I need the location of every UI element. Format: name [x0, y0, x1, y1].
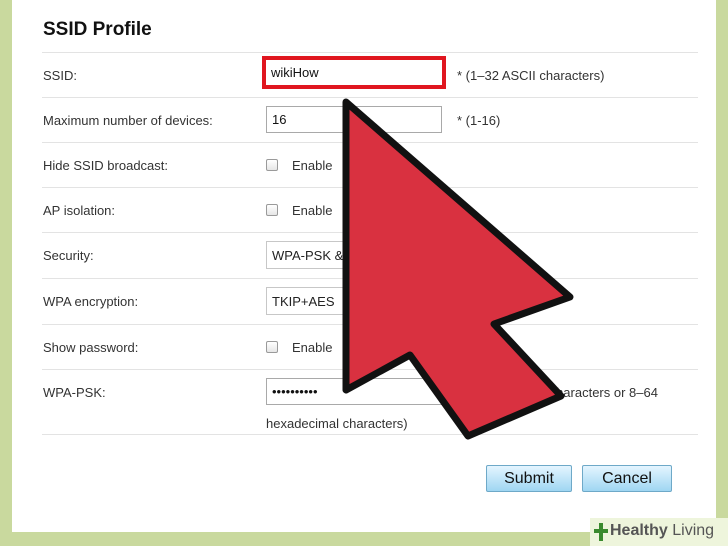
brand-bold: Healthy [610, 522, 668, 539]
row-max-devices: Maximum number of devices: * (1-16) [42, 97, 698, 141]
wpa-psk-label: WPA-PSK: [43, 385, 106, 400]
hide-ssid-label: Hide SSID broadcast: [43, 158, 169, 173]
wpa-encryption-label: WPA encryption: [43, 294, 139, 309]
row-ssid: SSID: * (1–32 ASCII characters) [42, 52, 698, 96]
row-wpa-psk: WPA-PSK: ASCII characters or 8–64 hexade… [42, 369, 698, 435]
ssid-label: SSID: [43, 68, 77, 83]
page-title: SSID Profile [43, 19, 152, 40]
show-password-checkbox[interactable] [266, 341, 278, 353]
show-password-enable-label: Enable [292, 340, 333, 355]
hide-ssid-checkbox[interactable] [266, 159, 278, 171]
max-devices-hint: * (1-16) [457, 113, 501, 128]
divider [42, 434, 698, 435]
ssid-profile-panel: SSID Profile SSID: * (1–32 ASCII charact… [12, 0, 716, 532]
submit-button[interactable]: Submit [486, 465, 572, 492]
ap-isolation-checkbox[interactable] [266, 204, 278, 216]
row-ap-isolation: AP isolation: Enable [42, 187, 698, 231]
ssid-hint: * (1–32 ASCII characters) [457, 68, 605, 83]
wpa-psk-hint: ASCII characters or 8–64 [512, 385, 658, 400]
cancel-button[interactable]: Cancel [582, 465, 672, 492]
ap-isolation-enable-label: Enable [292, 203, 333, 218]
wpa-psk-hint-line2: hexadecimal characters) [266, 416, 408, 431]
wpa-encryption-select[interactable]: TKIP+AES [266, 287, 442, 315]
show-password-label: Show password: [43, 340, 139, 355]
max-devices-input[interactable] [266, 106, 442, 133]
max-devices-label: Maximum number of devices: [43, 113, 213, 128]
healthy-living-logo: Healthy Living [590, 518, 728, 546]
security-label: Security: [43, 248, 94, 263]
brand-text: Healthy Living [610, 522, 714, 540]
row-show-password: Show password: Enable [42, 324, 698, 368]
hide-ssid-enable-label: Enable [292, 158, 333, 173]
wpa-psk-input[interactable] [266, 378, 442, 405]
ap-isolation-label: AP isolation: [43, 203, 116, 218]
row-wpa-encryption: WPA encryption: TKIP+AES [42, 278, 698, 322]
ssid-input[interactable] [262, 56, 446, 89]
brand-light: Living [667, 522, 715, 539]
plus-leaf-icon [594, 523, 608, 541]
row-security: Security: WPA-PSK & [42, 232, 698, 276]
security-select[interactable]: WPA-PSK & [266, 241, 442, 269]
row-hide-ssid: Hide SSID broadcast: Enable [42, 142, 698, 186]
